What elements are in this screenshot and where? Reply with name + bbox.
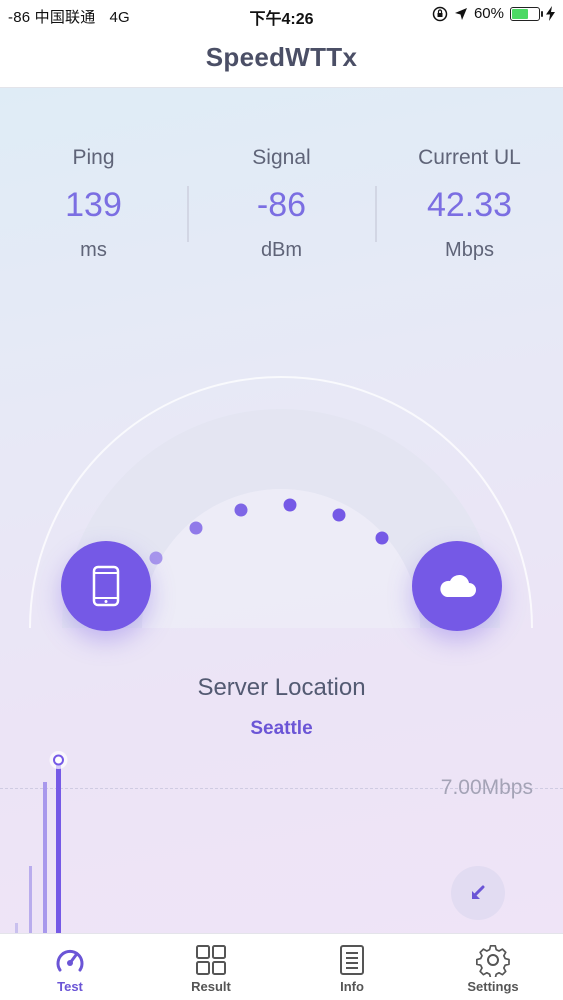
stat-value: -86 [256, 186, 307, 224]
stat-unit: Mbps [445, 239, 494, 261]
gear-icon [476, 944, 510, 977]
battery-percent: 60% [473, 5, 504, 22]
status-right: 60% [432, 5, 555, 22]
tab-settings[interactable]: Settings [423, 934, 563, 1000]
battery-icon [510, 6, 543, 21]
orientation-lock-icon [432, 6, 448, 21]
stat-label: Signal [252, 146, 311, 169]
tab-test[interactable]: Test [0, 934, 140, 1000]
graph-action-button[interactable] [451, 866, 505, 920]
tab-info[interactable]: Info [282, 934, 422, 1000]
stats-panel: Ping 139 ms Signal -86 dBm Current UL 42… [0, 146, 563, 286]
tab-label: Info [340, 979, 364, 994]
speed-graph [15, 751, 68, 933]
stat-unit: dBm [260, 239, 303, 261]
tab-result[interactable]: Result [141, 934, 281, 1000]
speedometer-icon [56, 949, 84, 972]
charging-bolt-icon [546, 6, 555, 21]
gauge-dot [283, 498, 297, 512]
stat-value: 139 [65, 186, 122, 224]
battery-fill [512, 8, 528, 19]
graph-bar [29, 866, 32, 933]
tab-label: Settings [467, 979, 519, 994]
test-screen: Ping 139 ms Signal -86 dBm Current UL 42… [0, 88, 563, 933]
stat-label: Ping [72, 146, 115, 169]
arrow-down-left-icon [472, 885, 485, 899]
server-cloud-button[interactable] [412, 541, 502, 631]
tab-label: Result [191, 979, 231, 994]
status-bar: -86 中国联通 4G 下午4:26 60% [0, 0, 563, 30]
server-location-city[interactable]: Seattle [0, 718, 563, 740]
speed-reference-label: 7.00Mbps [440, 776, 533, 799]
tab-label: Test [57, 979, 83, 994]
cloud-icon [440, 574, 476, 597]
stat-unit: ms [80, 239, 107, 261]
grid-icon [196, 945, 226, 975]
stat-signal: Signal -86 dBm [188, 146, 375, 262]
speed-gauge [0, 328, 563, 658]
graph-bar-current [56, 760, 61, 933]
stat-current-ul: Current UL 42.33 Mbps [376, 146, 563, 262]
app-header: SpeedWTTx [0, 30, 563, 88]
gauge-dot [234, 503, 248, 517]
phone-icon [92, 565, 120, 607]
gauge-dot [375, 531, 389, 545]
stat-ping: Ping 139 ms [0, 146, 187, 262]
location-arrow-icon [454, 7, 467, 20]
gauge-dot [189, 521, 203, 535]
tab-bar: Test Result Info Settings [0, 933, 563, 1000]
graph-marker [53, 754, 64, 766]
device-button[interactable] [61, 541, 151, 631]
gauge-dot [332, 508, 346, 522]
graph-bar [15, 923, 18, 933]
server-location-title: Server Location [197, 674, 366, 701]
app-title: SpeedWTTx [205, 42, 358, 72]
stat-value: 42.33 [426, 186, 513, 224]
document-icon [340, 945, 364, 975]
graph-bar [43, 782, 47, 933]
gauge-dot [149, 551, 163, 565]
stat-label: Current UL [418, 146, 521, 169]
